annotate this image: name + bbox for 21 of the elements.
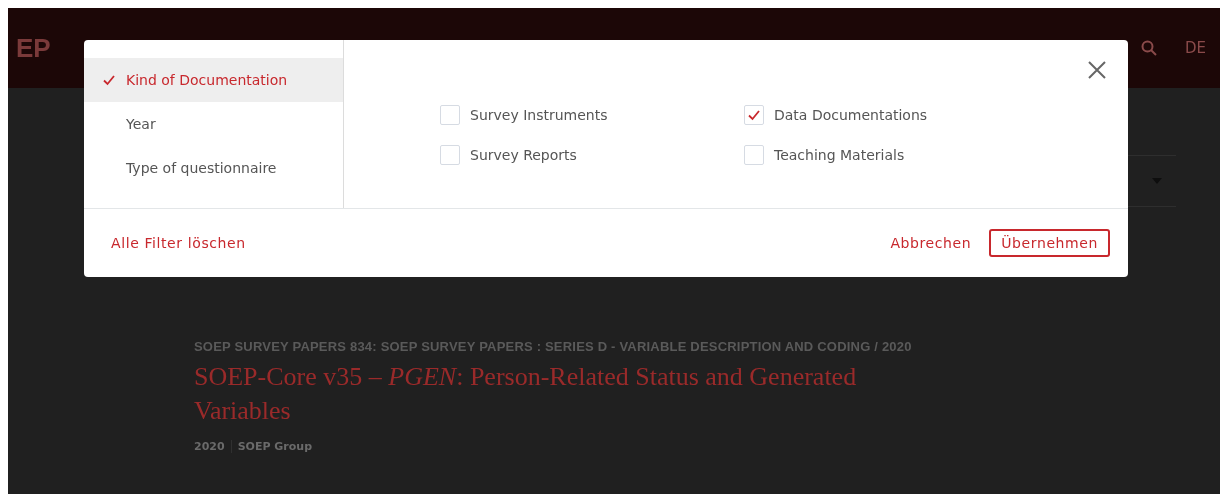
option-label: Data Documentations bbox=[774, 107, 928, 123]
clear-filters-link[interactable]: Alle Filter löschen bbox=[111, 235, 246, 251]
checkmark-icon bbox=[747, 108, 761, 122]
option-label: Survey Reports bbox=[470, 147, 577, 163]
filter-category[interactable]: Kind of Documentation bbox=[84, 58, 343, 102]
checkmark-icon bbox=[102, 73, 116, 87]
author-text: SOEP Group bbox=[237, 440, 313, 453]
apply-button[interactable]: Übernehmen bbox=[989, 229, 1110, 257]
checkbox[interactable] bbox=[440, 105, 460, 125]
cancel-button[interactable]: Abbrechen bbox=[890, 235, 972, 251]
option-label: Teaching Materials bbox=[774, 147, 905, 163]
option-label: Survey Instruments bbox=[470, 107, 608, 123]
checkbox[interactable] bbox=[440, 145, 460, 165]
checkbox[interactable] bbox=[744, 145, 764, 165]
language-link[interactable]: DE bbox=[1184, 39, 1206, 57]
series-label: SOEP SURVEY PAPERS 834: SOEP SURVEY PAPERS : SERIES D - VARIABLE DESCRIPTION AND CODING / 2020 bbox=[194, 339, 913, 354]
filter-category[interactable]: Type of questionnaire bbox=[84, 146, 343, 190]
year-text: 2020 bbox=[194, 440, 225, 453]
filter-category[interactable]: Year bbox=[84, 102, 343, 146]
search-icon[interactable] bbox=[1140, 40, 1157, 56]
checkbox[interactable] bbox=[744, 105, 764, 125]
